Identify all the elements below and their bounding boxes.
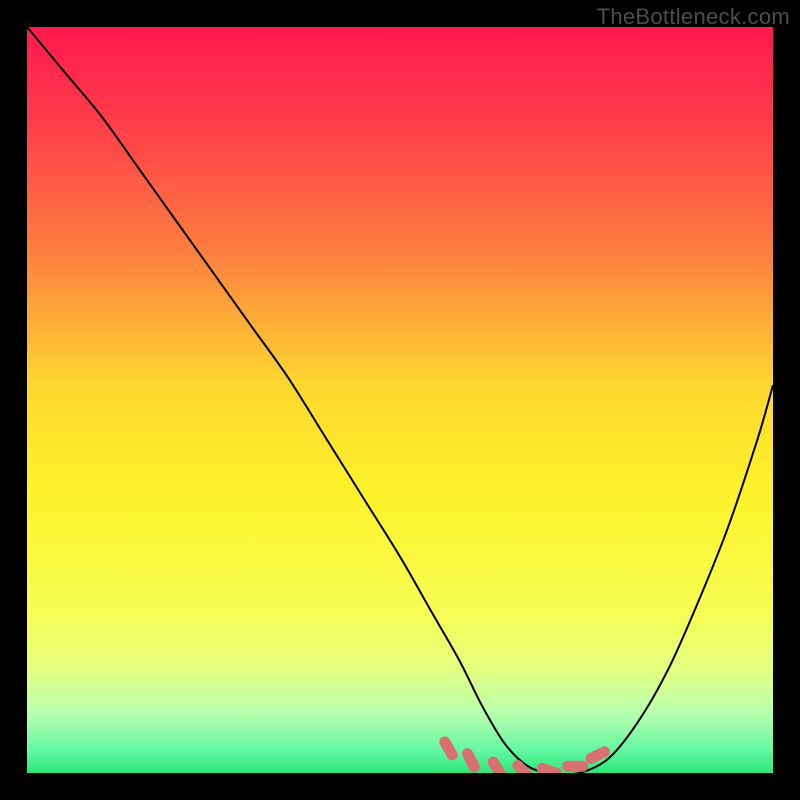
chart-frame: [27, 27, 773, 773]
watermark-text: TheBottleneck.com: [597, 4, 790, 30]
bottleneck-plot: [27, 27, 773, 773]
marker-dash: [562, 761, 588, 772]
gradient-background: [27, 27, 773, 773]
